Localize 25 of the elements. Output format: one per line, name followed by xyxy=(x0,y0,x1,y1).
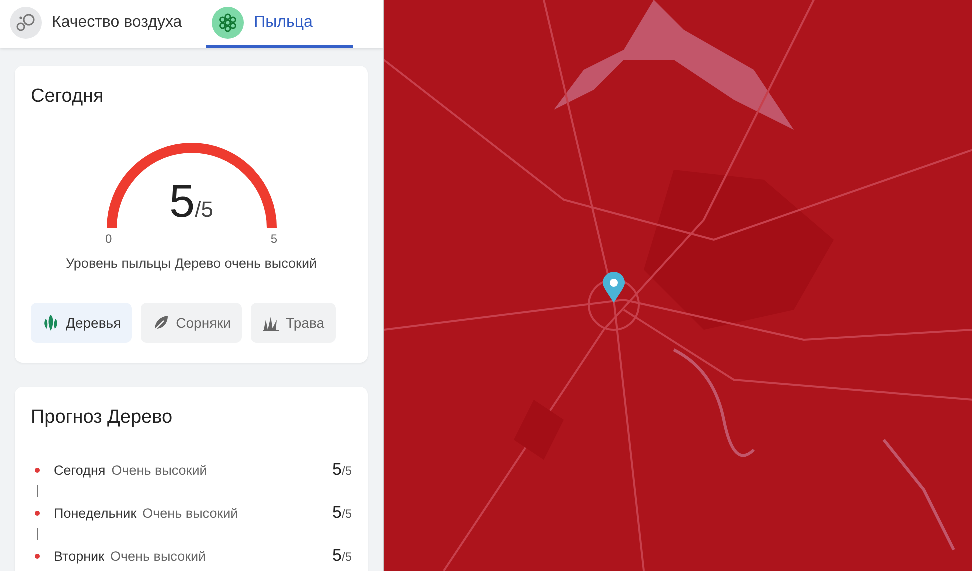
level-text: Очень высокий xyxy=(110,548,208,564)
bubbles-icon xyxy=(10,6,42,38)
level-text: Очень высокий xyxy=(112,462,208,478)
tree-icon xyxy=(42,314,60,332)
scale-max: 5 xyxy=(270,232,278,246)
category-chip[interactable]: Сорняки xyxy=(141,303,242,343)
flower-icon xyxy=(212,6,244,38)
tab[interactable]: Пыльца xyxy=(206,0,353,48)
day-name: Сегодня xyxy=(54,462,106,478)
day-score: 5/5 xyxy=(332,460,352,480)
pollen-score: 5/5 xyxy=(170,174,214,228)
location-pin-icon xyxy=(602,272,626,304)
card-title: Сегодня xyxy=(31,86,105,108)
day-name: Понедельник xyxy=(54,506,137,520)
day-score: 5/5 xyxy=(332,503,352,523)
day-score: 5/5 xyxy=(332,546,352,566)
category-chip[interactable]: Деревья xyxy=(31,303,132,343)
tab[interactable]: Качество воздуха xyxy=(4,0,194,48)
category-chip[interactable]: Трава xyxy=(251,303,336,343)
card-title: Прогноз Дерево xyxy=(31,407,174,429)
day-name: Вторник xyxy=(54,548,105,564)
leaf-icon xyxy=(152,314,170,332)
pollen-description: Уровень пыльцы Дерево очень высокий xyxy=(64,256,318,271)
scale-min: 0 xyxy=(106,232,112,246)
level-text: Очень высокий xyxy=(142,506,240,520)
